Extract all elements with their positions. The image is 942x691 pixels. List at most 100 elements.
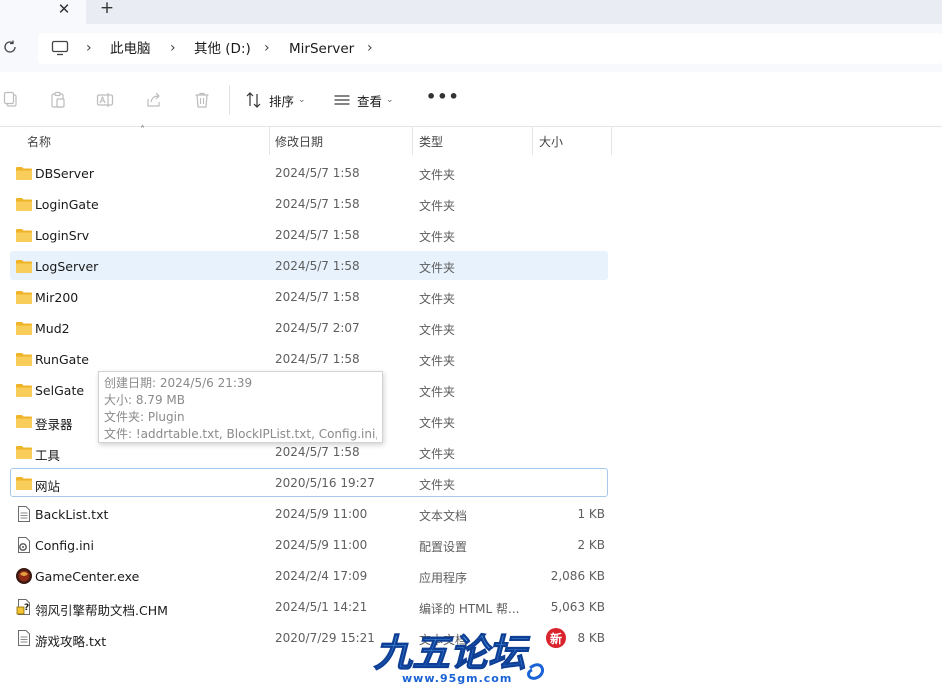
- file-date: 2024/2/4 17:09: [275, 569, 368, 583]
- chevron-down-icon: ⌄: [298, 95, 306, 105]
- file-size: 5,063 KB: [550, 600, 605, 614]
- file-name: 网站: [35, 479, 61, 494]
- file-type: 文件夹: [419, 354, 456, 368]
- toolbar-divider: [229, 85, 230, 115]
- breadcrumb-separator: ›: [86, 40, 92, 56]
- file-row[interactable]: BackList.txt 2024/5/9 11:00 文本文档 1 KB: [10, 499, 608, 528]
- file-row[interactable]: LogServer 2024/5/7 1:58 文件夹: [10, 251, 608, 280]
- file-row[interactable]: LoginSrv 2024/5/7 1:58 文件夹: [10, 220, 608, 249]
- help-file-icon: ?: [16, 599, 30, 615]
- refresh-icon[interactable]: [2, 39, 18, 55]
- column-divider[interactable]: [269, 127, 270, 155]
- view-label: 查看: [357, 93, 383, 109]
- folder-icon: [16, 229, 32, 242]
- file-name: LogServer: [35, 259, 99, 274]
- file-type: 文件夹: [419, 168, 456, 182]
- file-type: 编译的 HTML 帮...: [419, 602, 520, 616]
- file-name: DBServer: [35, 166, 94, 181]
- sort-button[interactable]: 排序 ⌄: [245, 89, 306, 111]
- file-type: 文件夹: [419, 416, 456, 430]
- file-name: Config.ini: [35, 538, 94, 553]
- file-row[interactable]: 网站 2020/5/16 19:27 文件夹: [10, 468, 608, 497]
- file-date: 2024/5/7 1:58: [275, 166, 360, 180]
- file-date: 2020/5/16 19:27: [275, 476, 375, 490]
- file-name: BackList.txt: [35, 507, 109, 522]
- file-size: 8 KB: [577, 631, 605, 645]
- folder-icon: [16, 477, 32, 490]
- sort-label: 排序: [269, 93, 295, 109]
- file-row[interactable]: Config.ini 2024/5/9 11:00 配置设置 2 KB: [10, 530, 608, 559]
- file-size: 2 KB: [577, 538, 605, 552]
- breadcrumb-separator: ›: [264, 40, 270, 56]
- sort-ascending-icon: ˄: [140, 125, 145, 136]
- tab-strip: ✕ +: [0, 0, 942, 24]
- column-header-type[interactable]: 类型: [419, 133, 443, 150]
- file-date: 2024/5/7 1:58: [275, 352, 360, 366]
- file-name: Mud2: [35, 321, 70, 336]
- file-type: 文件夹: [419, 230, 456, 244]
- tooltip-folders: 文件夹: Plugin: [104, 410, 185, 424]
- new-tab-icon[interactable]: +: [98, 0, 116, 18]
- file-name: 登录器: [35, 417, 73, 432]
- file-type: 文件夹: [419, 292, 456, 306]
- folder-icon: [16, 198, 32, 211]
- file-name: 翎风引擎帮助文档.CHM: [35, 603, 168, 618]
- column-header-name[interactable]: 名称: [27, 133, 51, 150]
- file-name: 游戏攻略.txt: [35, 634, 107, 649]
- file-type: 文件夹: [419, 447, 456, 461]
- folder-icon: [16, 322, 32, 335]
- file-type: 文件夹: [419, 261, 456, 275]
- svg-text:?: ?: [24, 603, 29, 613]
- file-name: GameCenter.exe: [35, 569, 140, 584]
- file-type: 配置设置: [419, 540, 468, 554]
- tooltip-created: 创建日期: 2024/5/6 21:39: [104, 376, 253, 390]
- column-header-size[interactable]: 大小: [539, 133, 563, 150]
- folder-icon: [16, 167, 32, 180]
- delete-icon[interactable]: [193, 91, 211, 109]
- file-row[interactable]: ? 翎风引擎帮助文档.CHM 2024/5/1 14:21 编译的 HTML 帮...…: [10, 592, 608, 621]
- file-row[interactable]: GameCenter.exe 2024/2/4 17:09 应用程序 2,086 KB: [10, 561, 608, 590]
- file-date: 2020/7/29 15:21: [275, 631, 375, 645]
- column-divider[interactable]: [412, 127, 413, 155]
- copy-icon[interactable]: [2, 91, 20, 109]
- file-name: LoginSrv: [35, 228, 90, 243]
- tab-active[interactable]: ✕: [0, 0, 86, 24]
- breadcrumb-mirserver[interactable]: MirServer: [289, 40, 354, 58]
- file-type: 文件夹: [419, 323, 456, 337]
- folder-icon: [16, 446, 32, 459]
- address-row: › 此电脑 › 其他 (D:) › MirServer ›: [0, 24, 942, 72]
- view-icon: [334, 95, 350, 105]
- file-row[interactable]: LoginGate 2024/5/7 1:58 文件夹: [10, 189, 608, 218]
- file-name: Mir200: [35, 290, 79, 305]
- rename-icon[interactable]: [96, 91, 114, 109]
- tab-close-icon[interactable]: ✕: [56, 0, 72, 18]
- column-divider[interactable]: [611, 127, 612, 155]
- address-bar[interactable]: › 此电脑 › 其他 (D:) › MirServer ›: [38, 33, 942, 64]
- share-icon[interactable]: [145, 91, 163, 109]
- view-button[interactable]: 查看 ⌄: [333, 89, 394, 111]
- folder-info-tooltip: 创建日期: 2024/5/6 21:39 大小: 8.79 MB 文件夹: Pl…: [98, 371, 383, 443]
- file-date: 2024/5/7 1:58: [275, 228, 360, 242]
- column-header-date[interactable]: 修改日期: [275, 133, 323, 150]
- file-date: 2024/5/7 1:58: [275, 259, 360, 273]
- file-row[interactable]: Mud2 2024/5/7 2:07 文件夹: [10, 313, 608, 342]
- breadcrumb-separator[interactable]: ›: [367, 39, 373, 57]
- file-row[interactable]: RunGate 2024/5/7 1:58 文件夹: [10, 344, 608, 373]
- column-divider[interactable]: [532, 127, 533, 155]
- paste-icon[interactable]: [49, 91, 67, 109]
- file-row[interactable]: Mir200 2024/5/7 1:58 文件夹: [10, 282, 608, 311]
- file-row[interactable]: DBServer 2024/5/7 1:58 文件夹: [10, 158, 608, 187]
- sort-icon: [246, 92, 261, 108]
- file-date: 2024/5/7 2:07: [275, 321, 360, 335]
- file-name: RunGate: [35, 352, 89, 367]
- breadcrumb-this-pc[interactable]: 此电脑: [110, 40, 151, 58]
- folder-icon: [16, 415, 32, 428]
- tooltip-files: 文件: !addrtable.txt, BlockIPList.txt, Con…: [104, 427, 377, 441]
- more-options-icon[interactable]: •••: [426, 89, 459, 111]
- breadcrumb-drive-d[interactable]: 其他 (D:): [194, 40, 251, 58]
- file-type: 文件夹: [419, 199, 456, 213]
- file-date: 2024/5/9 11:00: [275, 507, 368, 521]
- watermark-title: 九五论坛: [374, 631, 531, 675]
- folder-icon: [16, 384, 32, 397]
- watermark-graphic: 九五论坛 新 www.95gm.com: [373, 628, 566, 685]
